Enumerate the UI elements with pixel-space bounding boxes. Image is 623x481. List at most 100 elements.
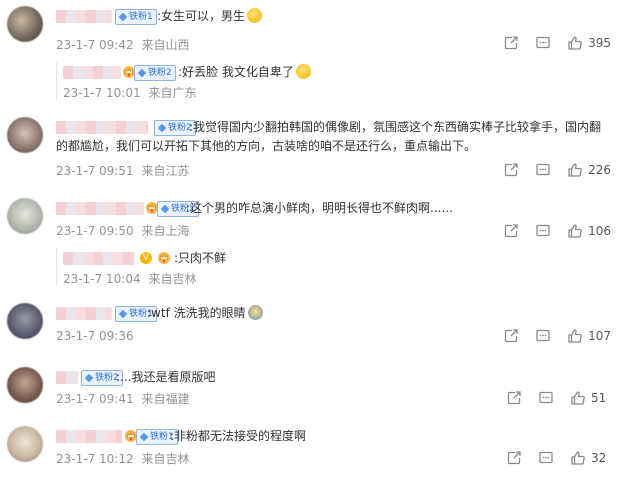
comment-actions: 51 bbox=[490, 390, 611, 406]
avatar[interactable] bbox=[7, 6, 43, 42]
timestamp: 23-1-7 09:42 bbox=[56, 38, 134, 52]
share-icon bbox=[503, 328, 519, 344]
username[interactable] bbox=[56, 307, 112, 320]
comment-icon bbox=[535, 35, 551, 51]
share-button[interactable] bbox=[503, 35, 519, 51]
like-button[interactable]: 226 bbox=[567, 162, 611, 178]
comment-actions: 107 bbox=[487, 328, 611, 344]
username[interactable] bbox=[56, 121, 148, 134]
timestamp: 23-1-7 10:12 bbox=[56, 452, 134, 466]
like-button[interactable]: 51 bbox=[570, 390, 611, 406]
like-count: 395 bbox=[588, 36, 611, 50]
comment-item: 铁粉1 :wtf 洗洗我的眼睛 23-1-7 09:36 107 bbox=[0, 300, 623, 352]
timestamp: 23-1-7 09:41 bbox=[56, 392, 134, 406]
verified-icon: V bbox=[140, 252, 152, 264]
fan-badge: 铁粉1 bbox=[115, 9, 157, 25]
share-icon bbox=[503, 35, 519, 51]
comment-item: 铁粉1 :非粉都无法接受的程度啊 23-1-7 10:12 来自吉林 32 bbox=[0, 422, 623, 478]
share-button[interactable] bbox=[506, 390, 522, 406]
share-icon bbox=[503, 223, 519, 239]
comment-meta: 23-1-7 09:41 来自福建 bbox=[56, 390, 189, 407]
username[interactable] bbox=[56, 10, 112, 23]
share-button[interactable] bbox=[503, 162, 519, 178]
comment-text: :女生可以，男生 bbox=[157, 6, 263, 26]
timestamp: 23-1-7 09:36 bbox=[56, 329, 134, 343]
comment-item: 铁粉1 :女生可以，男生 23-1-7 09:42 来自山西 395 bbox=[0, 0, 623, 60]
comment-meta: 23-1-7 10:04 来自吉林 bbox=[63, 270, 196, 287]
username[interactable] bbox=[56, 202, 144, 215]
like-button[interactable]: 395 bbox=[567, 35, 611, 51]
like-count: 106 bbox=[588, 224, 611, 238]
reply-button[interactable] bbox=[535, 35, 551, 51]
comment-meta: 23-1-7 10:01 来自广东 bbox=[63, 84, 196, 101]
comment-actions: 395 bbox=[487, 35, 611, 51]
comment-text: :非粉都无法接受的程度啊 bbox=[170, 429, 307, 443]
timestamp: 23-1-7 10:01 bbox=[63, 86, 141, 100]
comment-meta: 23-1-7 10:12 来自吉林 bbox=[56, 450, 189, 467]
comment-actions: 32 bbox=[490, 450, 611, 466]
comment-icon bbox=[538, 390, 554, 406]
smirk-emoji-icon bbox=[247, 8, 263, 23]
like-count: 226 bbox=[588, 163, 611, 177]
reply-button[interactable] bbox=[538, 450, 554, 466]
avatar[interactable] bbox=[7, 303, 43, 339]
comment-actions: 226 bbox=[487, 162, 611, 178]
location: 来自广东 bbox=[148, 86, 197, 100]
share-icon bbox=[503, 162, 519, 178]
comment-icon bbox=[538, 450, 554, 466]
like-icon bbox=[570, 450, 586, 466]
location: 来自吉林 bbox=[141, 452, 190, 466]
avatar[interactable] bbox=[7, 198, 43, 234]
timestamp: 23-1-7 09:50 bbox=[56, 224, 134, 238]
username[interactable] bbox=[63, 252, 135, 265]
username[interactable] bbox=[56, 430, 122, 443]
username[interactable] bbox=[63, 66, 121, 79]
avatar[interactable] bbox=[7, 367, 43, 403]
fan-badge: 铁粉2 bbox=[134, 65, 176, 81]
crown-icon bbox=[157, 251, 171, 264]
share-button[interactable] bbox=[506, 450, 522, 466]
username[interactable] bbox=[56, 371, 78, 384]
comment-text: :wtf 洗洗我的眼睛 bbox=[147, 303, 263, 323]
like-icon bbox=[567, 328, 583, 344]
crying-emoji-icon bbox=[295, 64, 311, 79]
comment-icon bbox=[535, 162, 551, 178]
like-button[interactable]: 106 bbox=[567, 223, 611, 239]
like-icon bbox=[567, 35, 583, 51]
reply-item: V :只肉不鲜 23-1-7 10:04 来自吉林 bbox=[0, 244, 623, 288]
share-button[interactable] bbox=[503, 328, 519, 344]
share-button[interactable] bbox=[503, 223, 519, 239]
comment-icon bbox=[535, 223, 551, 239]
like-icon bbox=[567, 162, 583, 178]
reply-button[interactable] bbox=[535, 162, 551, 178]
like-count: 51 bbox=[591, 391, 607, 405]
comment-text: :...我还是看原版吧 bbox=[116, 370, 216, 384]
comment-text: :只肉不鲜 bbox=[174, 251, 227, 265]
comment-icon bbox=[535, 328, 551, 344]
comment-text: :好丢脸 我文化自卑了 bbox=[178, 62, 311, 82]
avatar[interactable] bbox=[7, 426, 43, 462]
location: 来自福建 bbox=[141, 392, 190, 406]
share-icon bbox=[506, 390, 522, 406]
reply-button[interactable] bbox=[535, 328, 551, 344]
comment-meta: 23-1-7 09:51 来自江苏 bbox=[56, 162, 189, 179]
avatar[interactable] bbox=[7, 117, 43, 153]
reply-divider bbox=[56, 62, 57, 100]
location: 来自吉林 bbox=[148, 272, 197, 286]
comment-meta: 23-1-7 09:42 来自山西 bbox=[56, 36, 189, 53]
like-button[interactable]: 107 bbox=[567, 328, 611, 344]
reply-button[interactable] bbox=[535, 223, 551, 239]
like-icon bbox=[567, 223, 583, 239]
location: 来自上海 bbox=[141, 224, 190, 238]
comment-text: :这个男的咋总演小鲜肉，明明长得也不鲜肉啊...... bbox=[186, 201, 453, 215]
like-count: 32 bbox=[591, 451, 607, 465]
like-button[interactable]: 32 bbox=[570, 450, 611, 466]
share-icon bbox=[506, 450, 522, 466]
comment-item: 铁粉2 :...我还是看原版吧 23-1-7 09:41 来自福建 51 bbox=[0, 364, 623, 416]
timestamp: 23-1-7 09:51 bbox=[56, 164, 134, 178]
like-count: 107 bbox=[588, 329, 611, 343]
comment-text: :我觉得国内少翻拍韩国的偶像剧，氛围感这个东西确实棒子比较拿手，国内翻 bbox=[189, 120, 602, 134]
location: 来自江苏 bbox=[141, 164, 190, 178]
reply-button[interactable] bbox=[538, 390, 554, 406]
comment-meta: 23-1-7 09:36 bbox=[56, 329, 138, 343]
